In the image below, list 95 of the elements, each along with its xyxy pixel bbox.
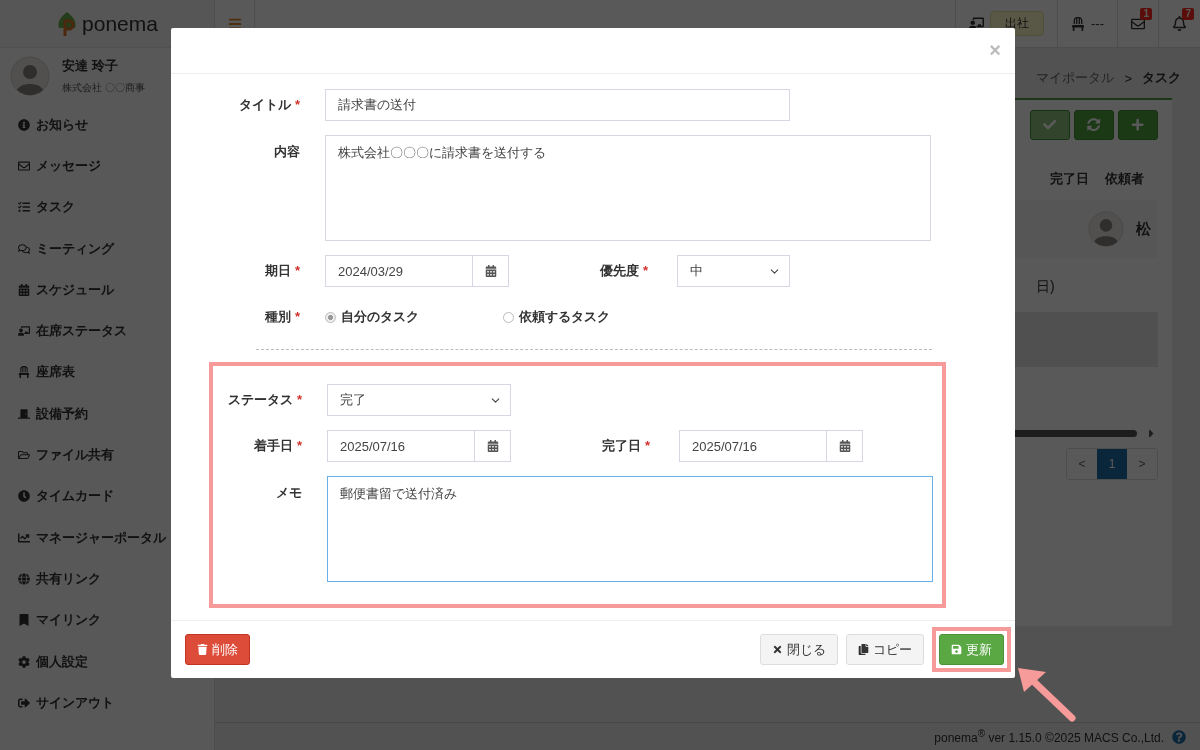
nav-item[interactable]: ミーティング <box>18 227 214 270</box>
title-input[interactable]: 請求書の送付 <box>325 89 790 121</box>
save-button[interactable]: 更新 <box>939 634 1004 665</box>
priority-select[interactable]: 中 <box>677 255 790 287</box>
seat-text: --- <box>1091 16 1104 31</box>
required-mark: * <box>296 392 302 407</box>
nav-item[interactable]: タイムカード <box>18 475 214 517</box>
nav-item[interactable]: メッセージ <box>18 145 214 187</box>
close-button[interactable]: × <box>989 39 1001 62</box>
refresh-icon <box>1087 118 1101 132</box>
field-label: 期日 * <box>263 262 301 280</box>
check-button[interactable] <box>1030 110 1070 140</box>
copy-button[interactable]: コピー <box>846 634 924 665</box>
column-header: 完了日 <box>1050 170 1089 188</box>
radio-option[interactable]: 依頼するタスク <box>503 308 681 326</box>
copyright-text: ponema$^{®}$ ver 1.15.0 ©2025 MACS Co.,Ltd. <box>934 728 1164 745</box>
plus-icon <box>1131 118 1145 132</box>
help-icon[interactable] <box>1172 729 1186 744</box>
radio-option[interactable]: 自分のタスク <box>325 308 503 326</box>
nav-icon <box>18 325 30 338</box>
nav-icon <box>18 366 30 379</box>
seat-icon <box>1071 16 1085 31</box>
nav-icon <box>18 531 30 544</box>
nav-icon <box>18 242 30 255</box>
required-mark: * <box>294 97 300 112</box>
nav-icon <box>18 696 30 709</box>
nav-item[interactable]: サインアウト <box>18 682 214 724</box>
nav-item[interactable]: お知らせ <box>18 104 214 146</box>
content-textarea[interactable]: 株式会社〇〇〇に請求書を送付する <box>325 135 931 241</box>
nav-item[interactable]: ファイル共有 <box>18 434 214 476</box>
required-mark: * <box>296 438 302 453</box>
table-cell: 日) <box>1036 278 1055 296</box>
page-link[interactable]: 1 <box>1097 449 1127 479</box>
nav-icon <box>18 490 30 503</box>
calendar-icon <box>484 265 497 277</box>
field-label: 完了日 * <box>602 437 652 455</box>
nav-icon <box>18 283 30 296</box>
calendar-icon <box>838 440 851 452</box>
nav-item[interactable]: タスク <box>18 186 214 228</box>
calendar-button[interactable] <box>473 255 509 287</box>
check-icon <box>1043 118 1057 132</box>
due-date-input[interactable]: 2024/03/29 <box>325 255 473 287</box>
nav-item[interactable]: マネージャーポータル <box>18 516 214 559</box>
nav-icon <box>18 118 30 131</box>
avatar <box>1088 211 1124 247</box>
trash-icon <box>197 644 208 655</box>
status-select[interactable]: 完了 <box>327 384 511 416</box>
logo-text: ponema <box>82 11 158 36</box>
breadcrumb-separator: > <box>1124 70 1132 86</box>
nav-item[interactable]: 設備予約 <box>18 393 214 435</box>
field-label: 優先度 * <box>600 262 650 280</box>
save-icon <box>951 644 962 655</box>
close-icon <box>772 644 783 655</box>
nav-item[interactable]: スケジュール <box>18 269 214 311</box>
required-mark: * <box>645 438 651 453</box>
count-badge: 1 <box>1140 8 1152 20</box>
nav-item[interactable]: 座席表 <box>18 351 214 394</box>
nav-icon <box>18 614 30 627</box>
avatar <box>10 56 50 96</box>
column-header: 依頼者 <box>1105 170 1144 188</box>
nav-icon <box>18 201 30 214</box>
nav-icon <box>18 407 30 420</box>
calendar-button[interactable] <box>827 430 863 462</box>
nav-icon <box>18 159 30 172</box>
memo-textarea[interactable]: 郵便書留で送付済み <box>327 476 933 582</box>
required-mark: * <box>294 309 300 324</box>
nav-icon <box>18 572 30 585</box>
refresh-button[interactable] <box>1074 110 1114 140</box>
copy-icon <box>858 644 869 655</box>
add-button[interactable] <box>1118 110 1158 140</box>
delete-button[interactable]: 削除 <box>185 634 250 665</box>
end-date-input[interactable]: 2025/07/16 <box>679 430 827 462</box>
requester-name: 松 <box>1136 219 1152 239</box>
field-label: 着手日 * <box>252 437 303 455</box>
nav-icon <box>18 655 30 668</box>
required-mark: * <box>643 263 649 278</box>
user-name: 安達 玲子 <box>62 57 119 75</box>
menu-icon <box>227 16 242 31</box>
nav-icon <box>18 449 30 461</box>
calendar-icon <box>486 440 499 452</box>
required-mark: * <box>294 263 300 278</box>
start-date-input[interactable]: 2025/07/16 <box>327 430 475 462</box>
breadcrumb-item[interactable]: タスク <box>1142 69 1181 87</box>
field-label: 種別 * <box>263 308 301 326</box>
field-label: メモ <box>275 484 303 502</box>
nav-item[interactable]: 共有リンク <box>18 558 214 600</box>
calendar-button[interactable] <box>475 430 511 462</box>
field-label: 内容 <box>273 143 301 161</box>
nav-item[interactable]: 在席ステータス <box>18 310 214 352</box>
field-label: ステータス * <box>226 391 303 409</box>
field-label: タイトル * <box>237 96 301 114</box>
close-button[interactable]: 閉じる <box>760 634 838 665</box>
count-badge: 7 <box>1182 8 1194 20</box>
logo-icon <box>56 10 79 37</box>
pointer-arrow <box>1016 666 1076 722</box>
